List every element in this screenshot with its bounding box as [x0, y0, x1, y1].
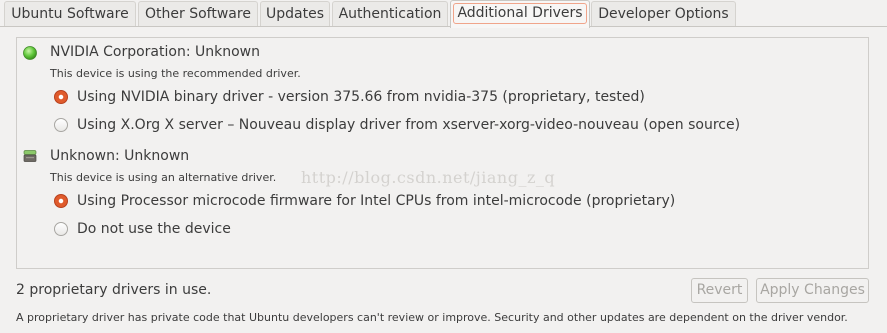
driver-option-label: Using X.Org X server – Nouveau display d…: [77, 117, 741, 133]
tab-updates[interactable]: Updates: [260, 1, 330, 26]
green-status-light-icon: [23, 46, 37, 60]
device-title: Unknown: Unknown: [50, 148, 190, 164]
drivers-in-use-status: 2 proprietary drivers in use.: [16, 282, 212, 298]
tab-additional-drivers[interactable]: Additional Drivers: [450, 0, 590, 28]
tab-label: Ubuntu Software: [11, 6, 129, 22]
apply-changes-button[interactable]: Apply Changes: [756, 278, 869, 303]
driver-option-label: Using Processor microcode firmware for I…: [77, 193, 676, 209]
tab-label: Updates: [266, 6, 324, 22]
tab-developer-options[interactable]: Developer Options: [591, 1, 736, 26]
radio-button[interactable]: [54, 118, 68, 132]
tab-label: Authentication: [338, 6, 442, 22]
radio-button-selected[interactable]: [54, 90, 68, 104]
device-status: This device is using the recommended dri…: [50, 67, 301, 80]
tab-label: Additional Drivers: [453, 3, 587, 24]
tab-ubuntu-software[interactable]: Ubuntu Software: [4, 1, 136, 26]
radio-button-selected[interactable]: [54, 194, 68, 208]
driver-option-label: Do not use the device: [77, 221, 231, 237]
driver-option-label: Using NVIDIA binary driver - version 375…: [77, 89, 645, 105]
tab-other-software[interactable]: Other Software: [138, 1, 258, 26]
watermark-text: http://blog.csdn.net/jiang_z_q: [301, 168, 556, 187]
tab-bar: Ubuntu Software Other Software Updates A…: [0, 0, 887, 28]
drivers-panel: NVIDIA Corporation: Unknown This device …: [16, 37, 869, 269]
radio-button[interactable]: [54, 222, 68, 236]
device-title: NVIDIA Corporation: Unknown: [50, 44, 260, 60]
revert-button[interactable]: Revert: [691, 278, 748, 303]
proprietary-driver-note: A proprietary driver has private code th…: [16, 311, 848, 324]
tab-authentication[interactable]: Authentication: [332, 1, 448, 26]
tab-label: Other Software: [145, 6, 251, 22]
tab-label: Developer Options: [598, 6, 729, 22]
tab-divider: [0, 26, 887, 27]
device-status: This device is using an alternative driv…: [50, 171, 277, 184]
hardware-chip-icon: [23, 150, 37, 162]
